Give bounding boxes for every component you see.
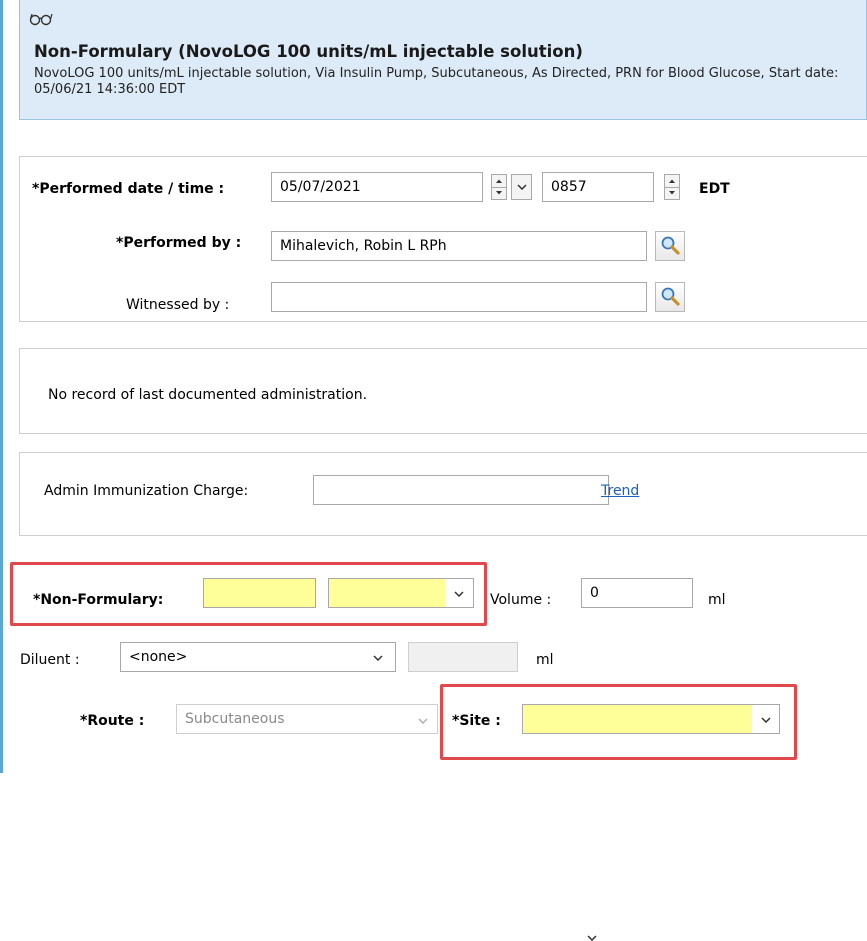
chevron-down-icon (418, 718, 428, 724)
performed-date-label: *Performed date / time : (32, 181, 225, 197)
spin-down-icon[interactable] (665, 187, 679, 199)
last-administration-message: No record of last documented administrat… (48, 387, 368, 403)
diluent-unit-label: ml (536, 652, 554, 668)
admin-immunization-charge-select[interactable] (313, 475, 609, 505)
date-spinner[interactable] (491, 174, 507, 200)
performed-by-field[interactable]: Mihalevich, Robin L RPh (271, 231, 647, 261)
performed-time-field[interactable]: 0857 (542, 172, 654, 202)
charge-panel: Admin Immunization Charge: Trend (19, 452, 867, 941)
trend-link[interactable]: Trend (601, 483, 639, 499)
performed-by-label: *Performed by : (116, 235, 242, 251)
order-title: Non-Formulary (NovoLOG 100 units/mL inje… (34, 42, 583, 61)
order-header: Non-Formulary (NovoLOG 100 units/mL inje… (19, 0, 867, 120)
date-dropdown-button[interactable] (511, 174, 532, 200)
order-description: NovoLOG 100 units/mL injectable solution… (34, 66, 839, 97)
glasses-icon (29, 13, 53, 26)
witnessed-by-search-button[interactable] (655, 282, 685, 312)
performed-panel: *Performed date / time : 05/07/2021 0857… (19, 156, 867, 322)
route-select: Subcutaneous (176, 704, 438, 734)
site-callout-box (440, 684, 797, 760)
non-formulary-callout-box (10, 562, 487, 626)
time-spinner[interactable] (664, 174, 680, 200)
chevron-down-icon[interactable] (373, 655, 383, 661)
witnessed-by-field[interactable] (271, 282, 647, 312)
left-accent-bar (0, 0, 3, 773)
last-administration-panel: No record of last documented administrat… (19, 348, 867, 434)
performed-date-field[interactable]: 05/07/2021 (271, 172, 483, 202)
search-icon (661, 287, 680, 306)
admin-immunization-charge-label: Admin Immunization Charge: (44, 483, 249, 499)
performed-by-search-button[interactable] (655, 231, 685, 261)
timezone-label: EDT (699, 181, 730, 197)
diluent-label: Diluent : (20, 652, 80, 668)
witnessed-by-label: Witnessed by : (126, 297, 230, 313)
volume-label: Volume : (490, 592, 552, 608)
chevron-down-icon (517, 184, 527, 190)
volume-unit-label: ml (708, 592, 726, 608)
volume-field[interactable]: 0 (581, 578, 693, 608)
chevron-down-icon[interactable] (587, 935, 597, 941)
spin-down-icon[interactable] (492, 187, 506, 199)
diluent-amount-field (408, 642, 518, 672)
diluent-select[interactable]: <none> (120, 642, 396, 672)
search-icon (661, 236, 680, 255)
route-label: *Route : (80, 713, 145, 729)
